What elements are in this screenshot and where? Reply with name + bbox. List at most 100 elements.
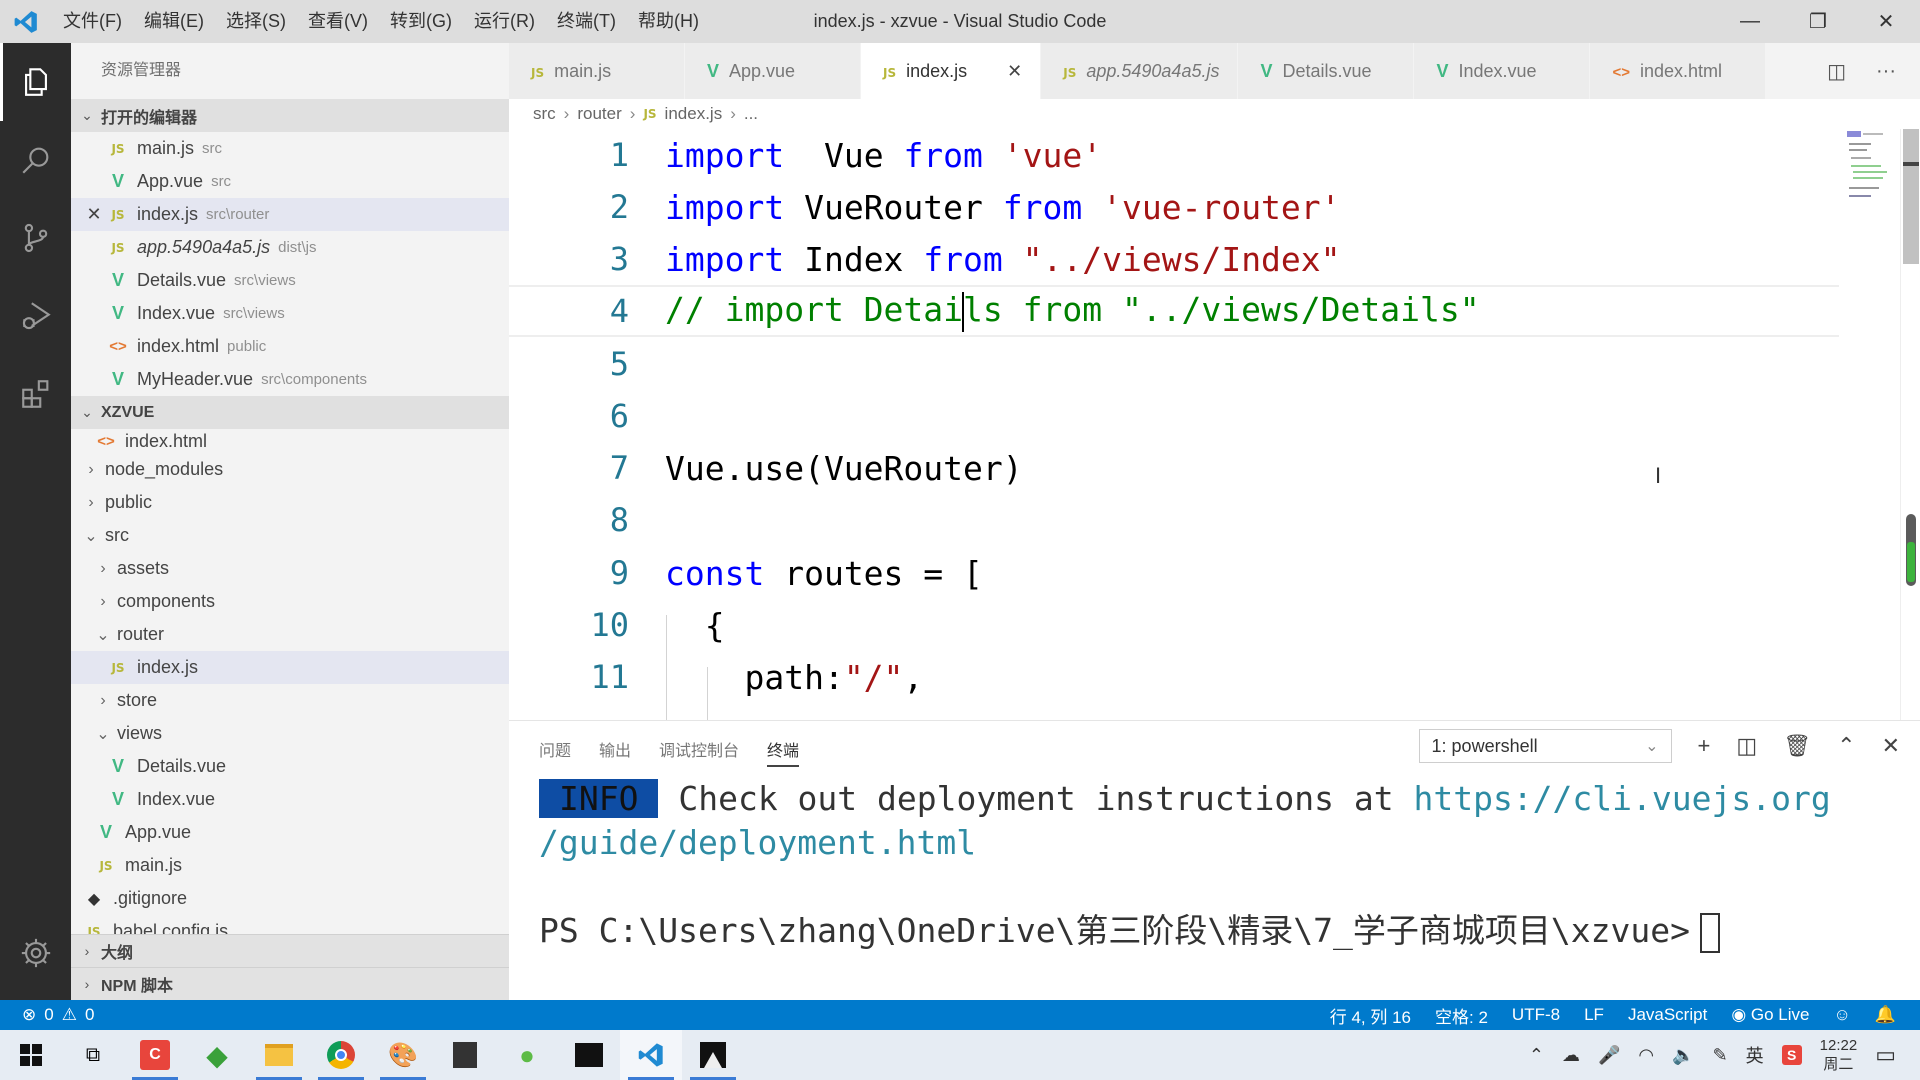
restore-button[interactable]: ❐ [1784, 0, 1852, 43]
project-header[interactable]: ⌄ XZVUE [71, 396, 509, 429]
file-item[interactable]: V App.vue [71, 816, 509, 849]
file-item[interactable]: <> index.html [71, 429, 509, 453]
code-line[interactable]: 8 [509, 494, 1839, 546]
panel-tab[interactable]: 输出 [599, 737, 631, 761]
breadcrumb-item[interactable]: router [577, 104, 621, 124]
folder-item[interactable]: ⌄ views [71, 717, 509, 750]
editor-tab[interactable]: JS index.js ✕ [861, 43, 1042, 99]
terminal-output[interactable]: INFO Check out deployment instructions a… [539, 777, 1831, 953]
minimap[interactable] [1839, 129, 1899, 720]
code-editor[interactable]: I 1 import Vue from 'vue' 2 import VueRoute… [509, 129, 1839, 720]
folder-item[interactable]: ⌄ router [71, 618, 509, 651]
breadcrumb-item[interactable]: index.js [665, 104, 723, 124]
menu-item[interactable]: 查看(V) [297, 0, 379, 43]
folder-item[interactable]: › node_modules [71, 453, 509, 486]
deployment-link-cont[interactable]: /guide/deployment.html [539, 823, 976, 862]
taskbar-photos[interactable] [682, 1030, 744, 1080]
activity-settings[interactable] [0, 914, 71, 992]
folder-item[interactable]: › assets [71, 552, 509, 585]
more-actions-icon[interactable]: ··· [1876, 60, 1896, 83]
split-terminal-icon[interactable]: ◫ [1736, 733, 1757, 759]
panel-tab[interactable]: 终端 [767, 737, 800, 767]
clock[interactable]: 12:22 周二 [1820, 1036, 1858, 1074]
open-editor-item[interactable]: JS main.js src [71, 132, 509, 165]
editor-tab[interactable]: V Index.vue [1414, 43, 1591, 99]
panel-tab[interactable]: 调试控制台 [659, 737, 739, 761]
go-live-button[interactable]: ◉ Go Live [1731, 1005, 1809, 1025]
folder-item[interactable]: › store [71, 684, 509, 717]
outline-header[interactable]: › 大纲 [71, 934, 509, 967]
taskbar-file-explorer[interactable] [248, 1030, 310, 1080]
open-editors-header[interactable]: ⌄ 打开的编辑器 [71, 99, 509, 132]
breadcrumb-item[interactable]: ... [744, 104, 758, 124]
show-hidden-icons[interactable]: ⌃ [1529, 1045, 1544, 1066]
close-tab-icon[interactable]: ✕ [1007, 61, 1022, 82]
maximize-panel-icon[interactable]: ⌃ [1837, 733, 1855, 759]
language-mode[interactable]: JavaScript [1628, 1005, 1707, 1025]
panel-tab[interactable]: 问题 [539, 737, 571, 761]
menu-item[interactable]: 运行(R) [463, 0, 546, 43]
pen-icon[interactable]: ✎ [1713, 1045, 1728, 1066]
open-editor-item[interactable]: V Index.vue src\views [71, 297, 509, 330]
activity-search[interactable] [0, 121, 71, 199]
code-line[interactable]: 5 [509, 338, 1839, 390]
terminal-select[interactable]: 1: powershell ⌄ [1418, 729, 1672, 763]
encoding[interactable]: UTF-8 [1512, 1005, 1560, 1025]
open-editor-item[interactable]: JS app.5490a4a5.js dist\js [71, 231, 509, 264]
file-item[interactable]: JS main.js [71, 849, 509, 882]
cursor-position[interactable]: 行 4, 列 16 [1330, 1003, 1411, 1028]
file-item[interactable]: JS index.js [71, 651, 509, 684]
editor-tab[interactable]: JS app.5490a4a5.js [1041, 43, 1239, 99]
code-line[interactable]: 6 [509, 390, 1839, 442]
editor-tab[interactable]: JS main.js [509, 43, 685, 99]
taskbar-camtasia[interactable]: C [124, 1030, 186, 1080]
file-item[interactable]: ◆ .gitignore [71, 882, 509, 915]
code-line[interactable]: 11 path:"/", [509, 651, 1839, 703]
folder-item[interactable]: ⌄ src [71, 519, 509, 552]
sogou-icon[interactable]: S [1781, 1045, 1802, 1065]
code-line[interactable]: 1 import Vue from 'vue' [509, 129, 1839, 181]
taskbar-chrome[interactable] [310, 1030, 372, 1080]
close-icon[interactable]: ✕ [83, 204, 105, 225]
npm-scripts-header[interactable]: › NPM 脚本 [71, 967, 509, 1000]
action-center-icon[interactable]: ▭ [1875, 1042, 1896, 1068]
indentation[interactable]: 空格: 2 [1435, 1003, 1488, 1028]
open-editor-item[interactable]: V Details.vue src\views [71, 264, 509, 297]
problems-indicator[interactable]: ⊗ 0 ⚠ 0 [0, 1005, 94, 1025]
activity-source-control[interactable] [0, 199, 71, 277]
scrollbar-thumb[interactable] [1903, 129, 1919, 264]
taskbar-wechat[interactable]: ● [496, 1030, 558, 1080]
open-editor-item[interactable]: V App.vue src [71, 165, 509, 198]
taskbar-sticky[interactable] [434, 1030, 496, 1080]
breadcrumb-item[interactable]: src [533, 104, 556, 124]
code-line[interactable]: 4 // import Details from "../views/Detail… [509, 285, 1839, 337]
taskbar-green-app[interactable]: ◆ [186, 1030, 248, 1080]
folder-item[interactable]: › components [71, 585, 509, 618]
menu-item[interactable]: 编辑(E) [133, 0, 215, 43]
open-editor-item[interactable]: V MyHeader.vue src\components [71, 363, 509, 396]
ime-indicator[interactable]: 英 [1746, 1042, 1764, 1068]
taskbar-paint[interactable]: 🎨 [372, 1030, 434, 1080]
split-editor-icon[interactable]: ◫ [1827, 59, 1846, 84]
code-line[interactable]: 3 import Index from "../views/Index" [509, 233, 1839, 285]
close-window-button[interactable]: ✕ [1852, 0, 1920, 43]
editor-tab[interactable]: <> index.html [1590, 43, 1767, 99]
activity-explorer[interactable] [0, 43, 71, 121]
code-line[interactable]: 10 { [509, 599, 1839, 651]
start-button[interactable] [0, 1030, 62, 1080]
editor-tab[interactable]: V Details.vue [1238, 43, 1415, 99]
wifi-icon[interactable]: ◠ [1638, 1045, 1654, 1066]
code-line[interactable]: 9 const routes = [ [509, 547, 1839, 599]
microphone-icon[interactable]: 🎤 [1598, 1045, 1620, 1066]
minimize-button[interactable]: — [1716, 0, 1784, 43]
end-of-line[interactable]: LF [1584, 1005, 1604, 1025]
taskbar-terminal[interactable] [558, 1030, 620, 1080]
open-editor-item[interactable]: ✕ JS index.js src\router [71, 198, 509, 231]
menu-item[interactable]: 终端(T) [546, 0, 627, 43]
activity-run-debug[interactable] [0, 277, 71, 355]
editor-tab[interactable]: V App.vue [685, 43, 861, 99]
editor-scrollbar[interactable] [1900, 129, 1920, 720]
taskbar-vscode[interactable] [620, 1030, 682, 1080]
menu-item[interactable]: 文件(F) [52, 0, 133, 43]
activity-extensions[interactable] [0, 355, 71, 433]
